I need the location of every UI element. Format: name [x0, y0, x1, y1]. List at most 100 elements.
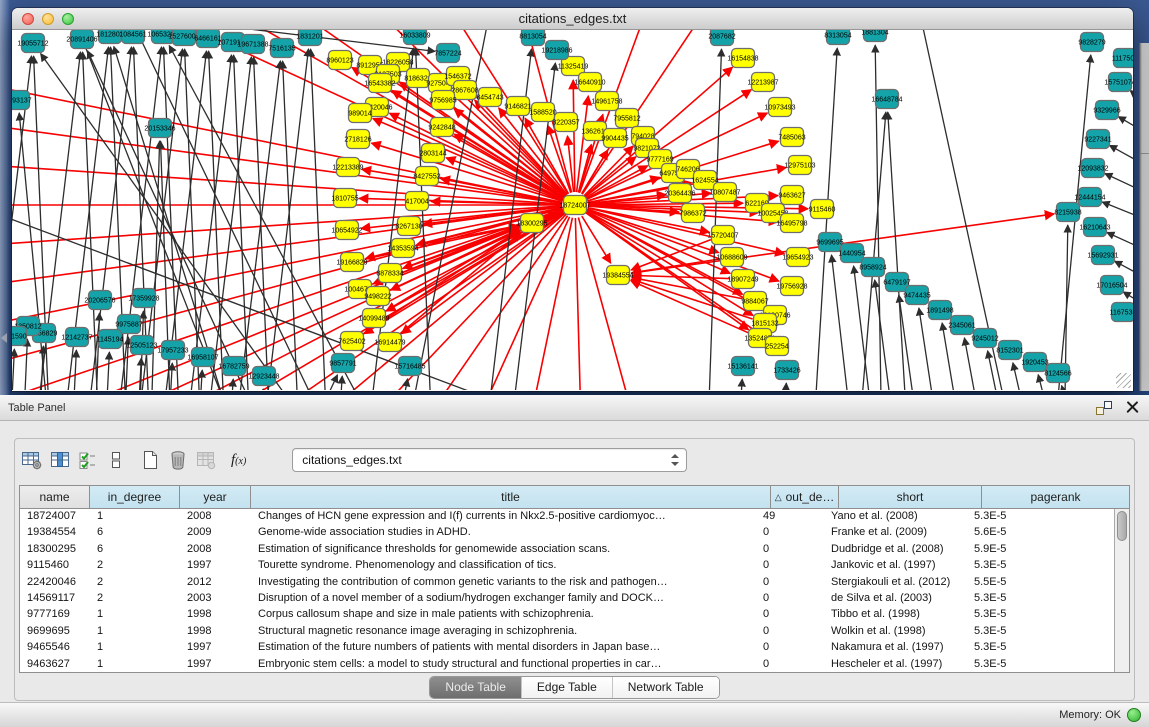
table-cell[interactable]: 6 — [90, 525, 180, 541]
network-node[interactable]: 18907249 — [727, 270, 758, 289]
table-cell[interactable]: Changes of HCN gene expression and I(f) … — [251, 509, 756, 525]
tab-node-table[interactable]: Node Table — [430, 677, 522, 698]
network-node[interactable]: 2093137 — [12, 91, 32, 110]
table-cell[interactable]: 5.3E-5 — [967, 509, 1114, 525]
table-cell[interactable]: 2003 — [180, 591, 251, 607]
network-node[interactable]: 9146821 — [504, 97, 531, 116]
table-row[interactable]: 1938455462009Genome-wide association stu… — [20, 525, 1114, 541]
table-cell[interactable]: 0 — [756, 575, 824, 591]
table-row[interactable]: 911546021997Tourette syndrome. Phenomeno… — [20, 558, 1114, 574]
network-node[interactable]: 8813054 — [519, 30, 546, 46]
select-columns-icon[interactable] — [77, 449, 99, 471]
table-cell[interactable]: 5.3E-5 — [967, 657, 1114, 673]
network-node[interactable]: 18300295 — [516, 214, 547, 233]
table-cell[interactable]: 2008 — [180, 509, 251, 525]
table-cell[interactable]: Tibbo et al. (1998) — [824, 607, 967, 623]
column-header-title[interactable]: title — [251, 486, 771, 508]
close-panel-icon[interactable] — [1126, 401, 1139, 414]
network-node[interactable]: 9242848 — [428, 118, 455, 137]
network-node[interactable]: 8152301 — [996, 341, 1023, 360]
network-node[interactable]: 16958107 — [187, 348, 218, 367]
table-cell[interactable]: 5.6E-5 — [967, 525, 1114, 541]
network-canvas[interactable]: 1872400789601238912955182260589127503818… — [12, 30, 1133, 390]
network-node[interactable]: 15136141 — [727, 357, 758, 376]
network-node[interactable]: 16495798 — [776, 214, 807, 233]
table-cell[interactable]: 1997 — [180, 640, 251, 656]
table-cell[interactable]: 19384554 — [20, 525, 90, 541]
network-node[interactable]: 9115460 — [809, 200, 836, 219]
network-node[interactable]: 8215938 — [1054, 203, 1081, 222]
table-cell[interactable]: Hescheler et al. (1997) — [824, 657, 967, 673]
network-node[interactable]: 417004 — [405, 192, 428, 211]
network-node[interactable]: 12923448 — [248, 367, 279, 386]
network-node[interactable]: 12444154 — [1074, 188, 1105, 207]
network-node[interactable]: 20206576 — [84, 291, 115, 310]
network-node[interactable]: 8960123 — [326, 51, 353, 70]
network-node[interactable]: 2345061 — [948, 316, 975, 335]
network-node[interactable]: 9245012 — [971, 329, 998, 348]
network-node[interactable]: 8220357 — [552, 113, 579, 132]
network-node[interactable]: 19166829 — [336, 253, 367, 272]
table-cell[interactable]: Estimation of the future numbers of pati… — [251, 640, 756, 656]
table-cell[interactable]: 2 — [90, 591, 180, 607]
table-cell[interactable]: 1997 — [180, 558, 251, 574]
table-cell[interactable]: Structural magnetic resonance image aver… — [251, 624, 756, 640]
table-cell[interactable]: 0 — [756, 558, 824, 574]
table-cell[interactable]: Embryonic stem cells: a model to study s… — [251, 657, 756, 673]
network-node[interactable]: 7986372 — [679, 204, 706, 223]
table-cell[interactable]: Tourette syndrome. Phenomenology and cla… — [251, 558, 756, 574]
table-cell[interactable]: 0 — [756, 607, 824, 623]
table-cell[interactable]: 0 — [756, 591, 824, 607]
function-builder-icon[interactable]: f(x) — [231, 452, 246, 469]
network-node[interactable]: 8878334 — [376, 264, 403, 283]
network-node[interactable]: 8427552 — [413, 167, 440, 186]
network-node[interactable]: 1920453 — [1021, 353, 1048, 372]
table-cell[interactable]: 1 — [90, 657, 180, 673]
network-node[interactable]: 1084561 — [119, 30, 146, 44]
panel-collapse-arrow-icon[interactable] — [1, 333, 7, 343]
network-node[interactable]: 9828279 — [1078, 33, 1105, 52]
network-node[interactable]: 9227341 — [1084, 130, 1111, 149]
network-node[interactable]: 16210643 — [1079, 218, 1110, 237]
network-node[interactable]: 9463627 — [778, 186, 805, 205]
network-node[interactable]: 12093832 — [1077, 159, 1108, 178]
table-scrollbar-thumb[interactable] — [1117, 511, 1127, 541]
network-node[interactable]: 15751074 — [1104, 73, 1133, 92]
table-row[interactable]: 1872400712008Changes of HCN gene express… — [20, 509, 1114, 525]
network-node[interactable]: 15720407 — [707, 226, 738, 245]
network-node[interactable]: 1145194 — [97, 330, 124, 349]
network-node[interactable]: 16640910 — [574, 73, 605, 92]
network-node[interactable]: 14353594 — [387, 239, 418, 258]
table-cell[interactable]: Wolkin et al. (1998) — [824, 624, 967, 640]
table-cell[interactable]: Yano et al. (2008) — [824, 509, 967, 525]
network-node[interactable]: 16648784 — [871, 90, 902, 109]
table-cell[interactable]: 0 — [756, 657, 824, 673]
network-node[interactable]: 252254 — [765, 337, 788, 356]
table-cell[interactable]: 5.3E-5 — [967, 624, 1114, 640]
table-cell[interactable]: 22420046 — [20, 575, 90, 591]
network-node[interactable]: 10807487 — [709, 183, 740, 202]
create-new-table-icon[interactable] — [139, 449, 161, 471]
delete-table-icon[interactable] — [167, 449, 189, 471]
network-node[interactable]: 1733426 — [773, 361, 800, 380]
network-node[interactable]: 2718126 — [344, 130, 371, 149]
table-cell[interactable]: Corpus callosum shape and size in male p… — [251, 607, 756, 623]
table-cell[interactable]: Nakamura et al. (1997) — [824, 640, 967, 656]
network-node[interactable]: 2803144 — [419, 144, 446, 163]
network-node[interactable]: 989014 — [348, 104, 371, 123]
table-cell[interactable]: Disruption of a novel member of a sodium… — [251, 591, 756, 607]
network-node[interactable]: 9756985 — [429, 91, 456, 110]
window-resize-handle[interactable] — [1116, 373, 1131, 388]
network-node[interactable]: 8124566 — [1044, 364, 1071, 383]
network-node[interactable]: 19671388 — [237, 35, 268, 54]
table-cell[interactable]: 5.3E-5 — [967, 558, 1114, 574]
network-node[interactable]: 9498222 — [364, 287, 391, 306]
table-row[interactable]: 1830029562008Estimation of significance … — [20, 542, 1114, 558]
table-cell[interactable]: 5.3E-5 — [967, 607, 1114, 623]
table-row[interactable]: 1456911722003Disruption of a novel membe… — [20, 591, 1114, 607]
network-node[interactable]: 1831201 — [296, 30, 323, 46]
network-node[interactable]: 19654923 — [782, 248, 813, 267]
table-cell[interactable]: 9115460 — [20, 558, 90, 574]
table-scrollbar[interactable] — [1114, 509, 1129, 672]
table-cell[interactable]: 2 — [90, 558, 180, 574]
